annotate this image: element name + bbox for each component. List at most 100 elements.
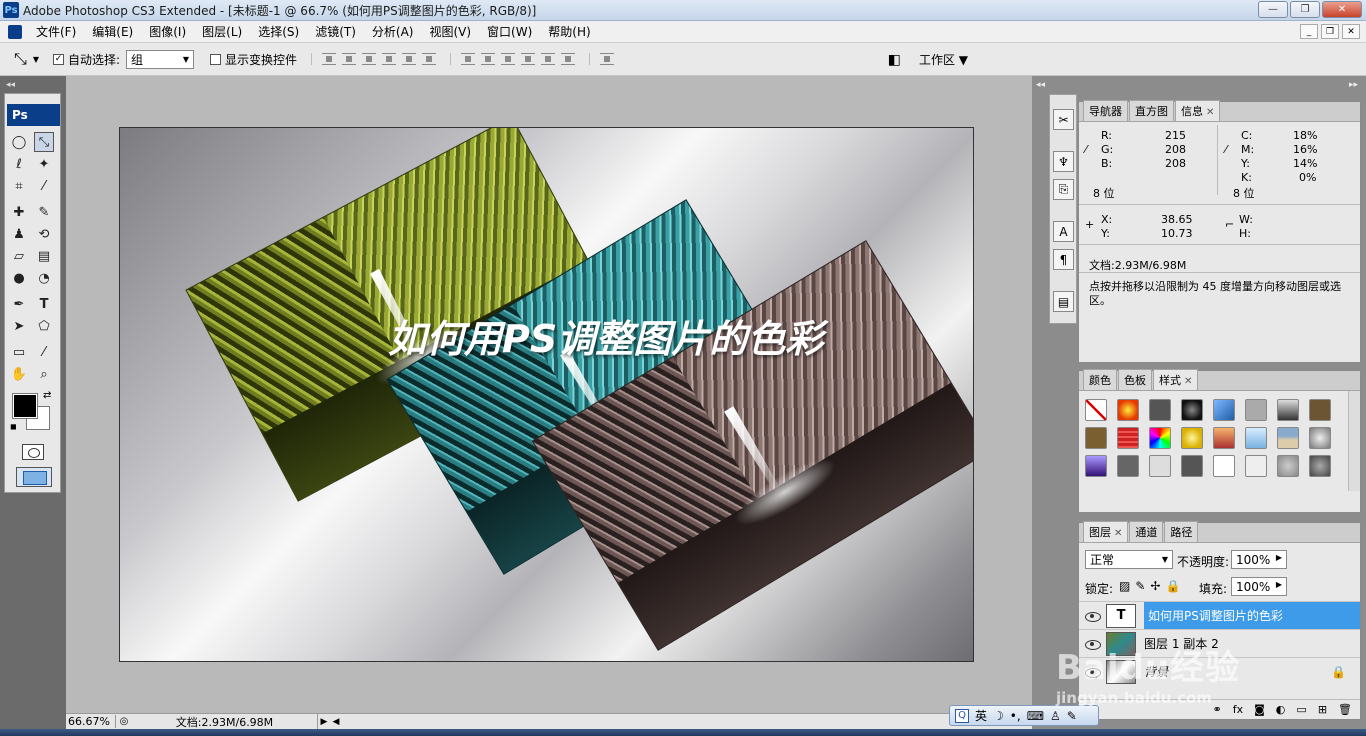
- distribute-bottom-icon[interactable]: [501, 53, 516, 65]
- style-swatch[interactable]: [1149, 455, 1171, 477]
- style-swatch[interactable]: [1181, 455, 1203, 477]
- menu-image[interactable]: 图像(I): [141, 23, 194, 40]
- style-swatch[interactable]: [1277, 399, 1299, 421]
- doc-icon[interactable]: [8, 24, 22, 39]
- healing-brush-icon[interactable]: ✚: [9, 202, 29, 222]
- menu-edit[interactable]: 编辑(E): [84, 23, 141, 40]
- move-tool-icon[interactable]: ⤡: [34, 132, 54, 152]
- style-swatch[interactable]: [1117, 427, 1139, 449]
- default-colors-icon[interactable]: ◼: [10, 422, 17, 431]
- bridge-icon[interactable]: ◧: [888, 52, 901, 68]
- distribute-vcenter-icon[interactable]: [481, 53, 496, 65]
- new-group-icon[interactable]: ▭: [1296, 703, 1306, 716]
- delete-layer-icon[interactable]: 🗑: [1338, 703, 1352, 716]
- brush-tool-icon[interactable]: ✎: [34, 202, 54, 222]
- lock-options-icons[interactable]: ▨✎✢🔒: [1119, 579, 1185, 593]
- style-swatch-none[interactable]: [1085, 399, 1107, 421]
- maximize-button[interactable]: ❐: [1290, 1, 1320, 18]
- new-layer-icon[interactable]: ⊞: [1318, 703, 1327, 716]
- ime-user-icon[interactable]: ♙: [1050, 709, 1061, 723]
- auto-align-icon[interactable]: [600, 53, 615, 65]
- styles-scrollbar[interactable]: [1348, 391, 1360, 491]
- style-swatch[interactable]: [1277, 427, 1299, 449]
- eyedropper-cmyk-icon[interactable]: ⁄: [1225, 143, 1227, 156]
- blur-tool-icon[interactable]: ●: [9, 268, 29, 288]
- preset-dropdown-icon[interactable]: ▼: [33, 55, 39, 64]
- notes-tool-icon[interactable]: ▭: [9, 342, 29, 362]
- foreground-color-swatch[interactable]: [12, 393, 38, 419]
- shape-tool-icon[interactable]: ⬠: [34, 316, 54, 336]
- distribute-left-icon[interactable]: [521, 53, 536, 65]
- style-swatch[interactable]: [1309, 399, 1331, 421]
- style-swatch[interactable]: [1117, 455, 1139, 477]
- style-swatch[interactable]: [1309, 427, 1331, 449]
- distribute-right-icon[interactable]: [561, 53, 576, 65]
- path-select-icon[interactable]: ➤: [9, 316, 29, 336]
- ime-punct-icon[interactable]: •,: [1010, 709, 1021, 723]
- workspace-menu[interactable]: 工作区 ▼: [919, 51, 968, 68]
- show-transform-checkbox[interactable]: [210, 53, 222, 65]
- style-swatch[interactable]: [1181, 427, 1203, 449]
- move-tool-preset-icon[interactable]: ⤡: [14, 49, 27, 69]
- adjustment-layer-icon[interactable]: ◐: [1276, 703, 1286, 716]
- crop-tool-icon[interactable]: ⌗: [9, 176, 29, 196]
- fill-field[interactable]: 100% ▶: [1231, 577, 1287, 596]
- expand-dock-icon[interactable]: ▸▸: [1349, 80, 1358, 90]
- gradient-tool-icon[interactable]: ▤: [34, 246, 54, 266]
- ime-keyboard-icon[interactable]: ⌨: [1027, 709, 1044, 723]
- menu-select[interactable]: 选择(S): [250, 23, 307, 40]
- align-right-icon[interactable]: [422, 53, 437, 65]
- tab-navigator[interactable]: 导航器: [1083, 100, 1128, 121]
- eyedropper-rgb-icon[interactable]: ⁄: [1085, 143, 1087, 156]
- tab-info[interactable]: 信息 ✕: [1175, 100, 1221, 121]
- close-tab-icon[interactable]: ✕: [1184, 376, 1192, 387]
- tab-channels[interactable]: 通道: [1129, 521, 1164, 542]
- menu-analysis[interactable]: 分析(A): [364, 23, 422, 40]
- type-tool-icon[interactable]: T: [34, 294, 54, 314]
- clone-source-icon[interactable]: ⎘: [1053, 179, 1074, 200]
- status-info-icon[interactable]: ◎: [116, 716, 132, 727]
- status-menu-arrow-icon[interactable]: ▶: [318, 717, 330, 727]
- menu-filter[interactable]: 滤镜(T): [307, 23, 364, 40]
- tab-swatches[interactable]: 色板: [1118, 369, 1152, 390]
- style-swatch[interactable]: [1277, 455, 1299, 477]
- menu-layer[interactable]: 图层(L): [194, 23, 250, 40]
- ime-tool-icon[interactable]: ✎: [1067, 709, 1077, 723]
- layer-mask-icon[interactable]: ◙: [1254, 703, 1265, 716]
- style-swatch[interactable]: [1245, 399, 1267, 421]
- paragraph-icon[interactable]: ¶: [1053, 249, 1074, 270]
- history-brush-icon[interactable]: ⟲: [34, 224, 54, 244]
- menu-window[interactable]: 窗口(W): [479, 23, 540, 40]
- align-left-icon[interactable]: [382, 53, 397, 65]
- auto-select-dropdown[interactable]: 组 ▼: [126, 49, 195, 69]
- tools-preset-icon[interactable]: ✂: [1053, 109, 1074, 130]
- swap-colors-icon[interactable]: ⇄: [43, 390, 51, 401]
- style-swatch[interactable]: [1181, 399, 1203, 421]
- style-swatch[interactable]: [1245, 427, 1267, 449]
- ime-logo-icon[interactable]: Q: [955, 708, 969, 723]
- scroll-left-icon[interactable]: ◀: [330, 717, 342, 727]
- close-tab-icon[interactable]: ✕: [1114, 528, 1122, 539]
- minimize-button[interactable]: —: [1258, 1, 1288, 18]
- screen-mode-button[interactable]: [16, 467, 52, 487]
- menu-help[interactable]: 帮助(H): [540, 23, 598, 40]
- doc-restore-button[interactable]: ❐: [1321, 24, 1339, 39]
- menu-file[interactable]: 文件(F): [28, 23, 84, 40]
- align-hcenter-icon[interactable]: [402, 53, 417, 65]
- marquee-tool-icon[interactable]: ◯: [9, 132, 29, 152]
- close-button[interactable]: ✕: [1322, 1, 1362, 18]
- style-swatch[interactable]: [1085, 455, 1107, 477]
- pen-tool-icon[interactable]: ✒: [9, 294, 29, 314]
- opacity-field[interactable]: 100% ▶: [1231, 550, 1287, 569]
- style-swatch[interactable]: [1213, 427, 1235, 449]
- hand-tool-icon[interactable]: ✋: [9, 364, 29, 384]
- magic-wand-icon[interactable]: ✦: [34, 154, 54, 174]
- tab-paths[interactable]: 路径: [1164, 521, 1199, 542]
- brushes-icon[interactable]: ♆: [1053, 151, 1074, 172]
- tab-styles[interactable]: 样式 ✕: [1153, 369, 1199, 390]
- distribute-top-icon[interactable]: [461, 53, 476, 65]
- zoom-tool-icon[interactable]: ⌕: [34, 364, 54, 384]
- slice-tool-icon[interactable]: ⁄: [34, 176, 54, 196]
- style-swatch[interactable]: [1149, 399, 1171, 421]
- align-vcenter-icon[interactable]: [342, 53, 357, 65]
